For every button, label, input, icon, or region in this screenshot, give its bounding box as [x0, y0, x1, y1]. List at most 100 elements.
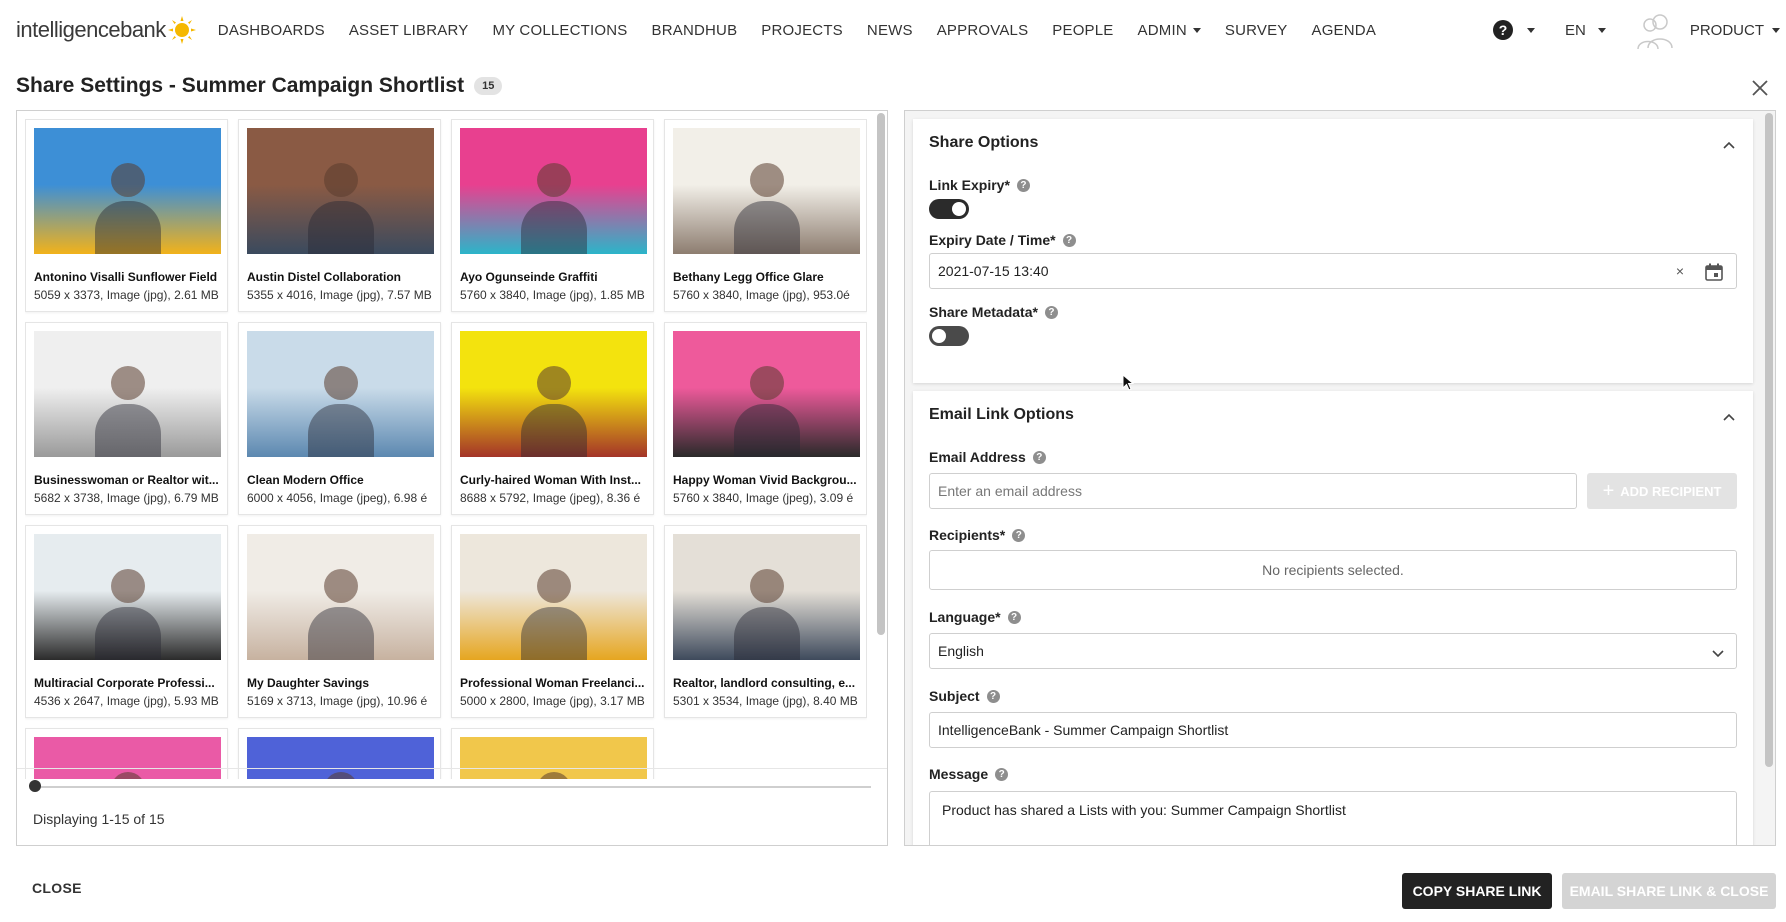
asset-card[interactable]: Curly-haired Woman With Inst... 8688 x 57… [451, 322, 654, 515]
share-metadata-help-icon[interactable]: ? [1044, 305, 1058, 319]
recipients-label: Recipients* ? [929, 527, 1026, 543]
asset-card[interactable]: Happy Woman Vivid Backgrou... 5760 x 3840… [664, 322, 867, 515]
nav-item-label: SURVEY [1224, 21, 1288, 39]
nav-item-brandhub[interactable]: BRANDHUB [652, 22, 738, 39]
share-metadata-toggle[interactable] [929, 326, 969, 346]
asset-thumbnail[interactable] [34, 331, 221, 457]
asset-thumbnail[interactable] [460, 331, 647, 457]
pagination-status: Displaying 1-15 of 15 [33, 811, 165, 827]
asset-thumbnail[interactable] [247, 534, 434, 660]
asset-thumbnail[interactable] [673, 128, 860, 254]
thumbnail-figure-body [307, 404, 374, 457]
email-share-link-close-button[interactable]: EMAIL SHARE LINK & CLOSE [1562, 873, 1776, 909]
link-expiry-toggle[interactable] [929, 199, 969, 219]
nav-item-admin[interactable]: ADMIN [1138, 22, 1201, 39]
asset-card[interactable]: Ayo Ogunseinde Graffiti 5760 x 3840, Imag… [451, 119, 654, 312]
asset-thumbnail[interactable] [460, 128, 647, 254]
asset-card[interactable]: Multiracial Corporate Professi... 4536 x … [25, 525, 228, 718]
nav-item-news[interactable]: NEWS [867, 22, 913, 39]
intelligencebank-logo[interactable]: intelligence bank [16, 0, 196, 60]
pagination-slider-track[interactable] [33, 786, 871, 788]
message-help-icon[interactable]: ? [995, 767, 1009, 781]
thumbnail-figure [749, 569, 784, 604]
nav-item-agenda[interactable]: AGENDA [1311, 22, 1376, 39]
asset-card[interactable]: Bethany Legg Office Glare 5760 x 3840, Im… [664, 119, 867, 312]
asset-card[interactable] [451, 728, 654, 779]
asset-card[interactable]: Antonino Visalli Sunflower Field 5059 x 3… [25, 119, 228, 312]
asset-thumbnail[interactable] [460, 737, 647, 779]
asset-card[interactable]: Clean Modern Office 6000 x 4056, Image (j… [238, 322, 441, 515]
thumbnail-figure [323, 569, 358, 604]
language-select[interactable]: English [929, 633, 1737, 669]
thumbnail-figure [536, 163, 571, 198]
user-menu[interactable]: PRODUCT [1690, 22, 1780, 39]
asset-thumbnail[interactable] [673, 331, 860, 457]
calendar-icon[interactable] [1704, 262, 1724, 282]
expiry-date-label: Expiry Date / Time* ? [929, 232, 1076, 248]
user-name: PRODUCT [1689, 21, 1764, 39]
asset-thumbnail[interactable] [460, 534, 647, 660]
close-button[interactable]: CLOSE [32, 880, 82, 896]
collapse-share-options-icon[interactable] [1723, 139, 1735, 151]
asset-thumbnail[interactable] [34, 128, 221, 254]
asset-name: Professional Woman Freelanci... [460, 676, 645, 690]
thumbnail-figure-body [520, 201, 587, 254]
asset-grid-scrollbar[interactable] [877, 113, 885, 635]
close-dialog-icon[interactable] [1750, 78, 1770, 98]
asset-card[interactable]: My Daughter Savings 5169 x 3713, Image (j… [238, 525, 441, 718]
asset-thumbnail[interactable] [247, 331, 434, 457]
asset-card[interactable] [25, 728, 228, 779]
email-link-options-section: Email Link Options Email Address ? Enter… [913, 391, 1753, 845]
asset-thumbnail[interactable] [247, 737, 434, 779]
asset-card[interactable]: Businesswoman or Realtor wit... 5682 x 37… [25, 322, 228, 515]
email-address-input[interactable]: Enter an email address [929, 473, 1577, 509]
thumbnail-figure-body [733, 607, 800, 660]
asset-card[interactable]: Professional Woman Freelanci... 5000 x 28… [451, 525, 654, 718]
asset-name: Antonino Visalli Sunflower Field [34, 270, 218, 284]
nav-item-approvals[interactable]: APPROVALS [937, 22, 1029, 39]
nav-item-dashboards[interactable]: DASHBOARDS [218, 22, 325, 39]
recipients-help-icon[interactable]: ? [1012, 528, 1026, 542]
toggle-knob [932, 329, 946, 343]
thumbnail-figure-body [733, 404, 800, 457]
subject-input[interactable]: IntelligenceBank - Summer Campaign Short… [929, 712, 1737, 748]
nav-item-projects[interactable]: PROJECTS [761, 22, 843, 39]
asset-thumbnail[interactable] [673, 534, 860, 660]
asset-thumbnail[interactable] [34, 534, 221, 660]
language-selector[interactable]: EN [1565, 22, 1606, 39]
language-help-icon[interactable]: ? [1007, 610, 1021, 624]
clear-date-icon[interactable]: × [1676, 263, 1684, 279]
subject-value: IntelligenceBank - Summer Campaign Short… [938, 722, 1229, 738]
nav-item-survey[interactable]: SURVEY [1225, 22, 1288, 39]
link-expiry-help-icon[interactable]: ? [1016, 178, 1030, 192]
thumbnail-figure [110, 366, 145, 401]
settings-panel-scrollbar[interactable] [1765, 113, 1773, 767]
nav-item-people[interactable]: PEOPLE [1052, 22, 1113, 39]
add-recipient-button[interactable]: + ADD RECIPIENT [1587, 473, 1737, 509]
asset-thumbnail[interactable] [34, 737, 221, 779]
asset-card[interactable]: Realtor, landlord consulting, e... 5301 x… [664, 525, 867, 718]
expiry-date-input[interactable]: 2021-07-15 13:40 × [929, 253, 1737, 289]
email-link-options-title: Email Link Options [929, 406, 1074, 423]
nav-item-label: PEOPLE [1052, 21, 1114, 39]
copy-share-link-button[interactable]: COPY SHARE LINK [1402, 873, 1552, 909]
expiry-date-help-icon[interactable]: ? [1062, 233, 1076, 247]
pagination-slider-handle[interactable] [29, 780, 41, 792]
user-avatar-icon[interactable] [1634, 8, 1678, 52]
language-label: Language* ? [929, 609, 1021, 625]
subject-help-icon[interactable]: ? [986, 689, 1000, 703]
collapse-email-options-icon[interactable] [1723, 411, 1735, 423]
asset-card[interactable]: Austin Distel Collaboration 5355 x 4016, … [238, 119, 441, 312]
nav-item-asset-library[interactable]: ASSET LIBRARY [349, 22, 469, 39]
grid-divider [17, 768, 887, 769]
nav-item-label: ADMIN [1137, 21, 1187, 39]
message-textarea[interactable]: Product has shared a Lists with you: Sum… [929, 791, 1737, 845]
email-address-help-icon[interactable]: ? [1032, 450, 1046, 464]
recipients-empty-text: No recipients selected. [1262, 562, 1404, 578]
help-menu[interactable]: ? [1492, 20, 1535, 40]
nav-item-my-collections[interactable]: MY COLLECTIONS [492, 22, 627, 39]
asset-meta: 5000 x 2800, Image (jpg), 3.17 MB [460, 694, 645, 708]
asset-name: My Daughter Savings [247, 676, 370, 690]
asset-card[interactable] [238, 728, 441, 779]
asset-thumbnail[interactable] [247, 128, 434, 254]
